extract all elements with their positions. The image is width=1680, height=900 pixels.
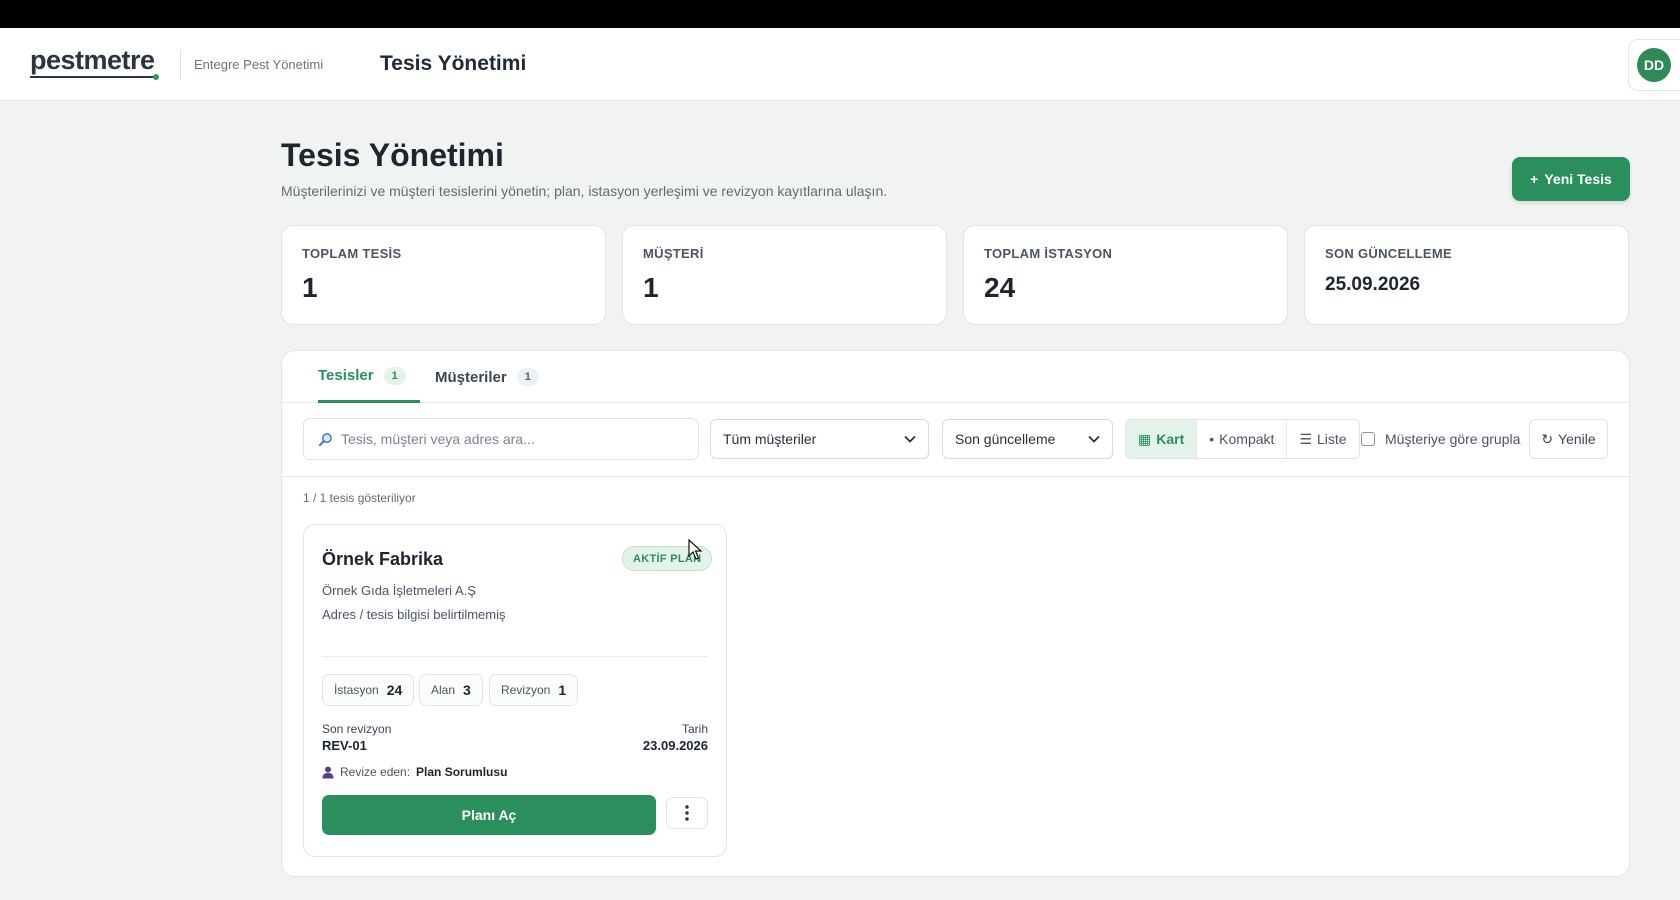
view-mode-toggle: ▦ Kart • Kompakt ☰ Liste bbox=[1125, 419, 1360, 459]
sort-value: Son güncelleme bbox=[955, 431, 1056, 447]
app-header: pestmetre Entegre Pest Yönetimi Tesis Yö… bbox=[0, 28, 1680, 101]
search-icon bbox=[318, 432, 332, 446]
refresh-icon: ↻ bbox=[1541, 430, 1554, 447]
new-facility-label: Yeni Tesis bbox=[1544, 171, 1612, 187]
logo[interactable]: pestmetre bbox=[30, 45, 155, 76]
page-description: Müşterilerinizi ve müşteri tesislerini y… bbox=[281, 183, 888, 199]
chip-stations: İstasyon 24 bbox=[322, 674, 415, 706]
customer-filter-select[interactable]: Tüm müşteriler bbox=[710, 419, 929, 459]
dot-icon: • bbox=[1209, 431, 1215, 447]
stat-card-last-update: SON GÜNCELLEME 25.09.2026 bbox=[1304, 225, 1629, 325]
logo-dot bbox=[153, 74, 159, 80]
tab-bar: Tesisler 1 Müşteriler 1 bbox=[282, 351, 1629, 403]
facility-card[interactable]: Örnek Fabrika AKTİF PLAN Örnek Gıda İşle… bbox=[303, 524, 727, 857]
view-label: Kompakt bbox=[1219, 431, 1275, 447]
reviser-name: Plan Sorumlusu bbox=[416, 765, 508, 779]
user-icon bbox=[322, 766, 334, 778]
avatar[interactable]: DD bbox=[1637, 48, 1671, 82]
tab-count-badge: 1 bbox=[516, 368, 539, 386]
last-revision-value: REV-01 bbox=[322, 738, 367, 753]
date-value: 23.09.2026 bbox=[642, 738, 708, 753]
window-top-bar bbox=[0, 0, 1680, 28]
refresh-label: Yenile bbox=[1558, 431, 1596, 447]
group-by-customer-label: Müşteriye göre grupla bbox=[1385, 431, 1521, 447]
facilities-panel: Tesisler 1 Müşteriler 1 Tüm müşteriler S… bbox=[281, 350, 1630, 877]
view-label: Liste bbox=[1316, 431, 1347, 447]
chip-label: Revizyon bbox=[501, 683, 551, 697]
chip-value: 1 bbox=[558, 682, 567, 698]
list-icon: ☰ bbox=[1299, 430, 1312, 447]
date-label: Tarih bbox=[681, 722, 708, 736]
sort-select[interactable]: Son güncelleme bbox=[942, 419, 1113, 459]
chip-value: 3 bbox=[463, 682, 471, 698]
tab-facilities[interactable]: Tesisler 1 bbox=[318, 351, 420, 403]
stat-label: TOPLAM İSTASYON bbox=[984, 246, 1113, 261]
reviser-label: Revize eden: bbox=[340, 765, 411, 779]
results-count: 1 / 1 tesis gösteriliyor bbox=[303, 491, 416, 505]
chip-areas: Alan 3 bbox=[419, 674, 483, 706]
more-vertical-icon bbox=[685, 805, 689, 821]
filter-toolbar: Tüm müşteriler Son güncelleme ▦ Kart • K… bbox=[282, 403, 1629, 477]
stat-label: SON GÜNCELLEME bbox=[1325, 246, 1452, 261]
stat-card-total-stations: TOPLAM İSTASYON 24 bbox=[963, 225, 1288, 325]
stat-value: 25.09.2026 bbox=[1325, 274, 1421, 295]
view-list-button[interactable]: ☰ Liste bbox=[1287, 420, 1358, 458]
group-by-customer-toggle[interactable]: Müşteriye göre grupla bbox=[1361, 419, 1520, 459]
logo-underline bbox=[30, 76, 157, 78]
search-input[interactable] bbox=[341, 431, 681, 447]
view-compact-button[interactable]: • Kompakt bbox=[1197, 420, 1288, 458]
reviser-info: Revize eden: Plan Sorumlusu bbox=[322, 765, 507, 779]
header-subtitle: Entegre Pest Yönetimi bbox=[194, 57, 324, 72]
facility-customer: Örnek Gıda İşletmeleri A.Ş bbox=[322, 583, 476, 598]
chip-label: Alan bbox=[431, 683, 456, 697]
plus-icon: + bbox=[1530, 171, 1539, 187]
stat-card-customers: MÜŞTERİ 1 bbox=[622, 225, 947, 325]
more-options-button[interactable] bbox=[666, 797, 708, 829]
view-card-button[interactable]: ▦ Kart bbox=[1126, 420, 1198, 458]
new-facility-button[interactable]: + Yeni Tesis bbox=[1512, 157, 1630, 201]
facility-address: Adres / tesis bilgisi belirtilmemiş bbox=[322, 607, 506, 622]
view-label: Kart bbox=[1156, 431, 1185, 447]
stat-value: 1 bbox=[643, 272, 659, 303]
tab-count-badge: 1 bbox=[383, 366, 406, 385]
facility-name: Örnek Fabrika bbox=[322, 549, 444, 569]
last-revision-label: Son revizyon bbox=[322, 722, 392, 736]
header-title: Tesis Yönetimi bbox=[380, 52, 527, 75]
stat-card-total-facilities: TOPLAM TESİS 1 bbox=[281, 225, 606, 325]
chevron-down-icon bbox=[1088, 435, 1100, 443]
group-by-customer-checkbox[interactable] bbox=[1361, 432, 1375, 446]
page-title: Tesis Yönetimi bbox=[281, 137, 504, 173]
stat-value: 24 bbox=[984, 272, 1016, 303]
tab-label: Tesisler bbox=[318, 367, 374, 384]
header-divider bbox=[180, 50, 181, 80]
mouse-cursor-icon bbox=[688, 539, 702, 560]
grid-icon: ▦ bbox=[1138, 430, 1152, 447]
chip-label: İstasyon bbox=[334, 683, 379, 697]
chip-value: 24 bbox=[386, 682, 403, 698]
customer-filter-value: Tüm müşteriler bbox=[723, 431, 817, 447]
user-menu[interactable]: DD bbox=[1628, 39, 1680, 91]
refresh-button[interactable]: ↻ Yenile bbox=[1529, 419, 1608, 459]
stat-label: TOPLAM TESİS bbox=[302, 246, 402, 261]
card-divider bbox=[322, 656, 708, 657]
stat-value: 1 bbox=[302, 272, 318, 303]
tab-customers[interactable]: Müşteriler 1 bbox=[435, 351, 539, 403]
tab-label: Müşteriler bbox=[435, 368, 507, 386]
chip-revisions: Revizyon 1 bbox=[489, 674, 579, 706]
open-plan-button[interactable]: Planı Aç bbox=[322, 795, 656, 835]
search-box[interactable] bbox=[303, 418, 699, 460]
chevron-down-icon bbox=[904, 435, 916, 443]
stat-label: MÜŞTERİ bbox=[643, 246, 704, 261]
